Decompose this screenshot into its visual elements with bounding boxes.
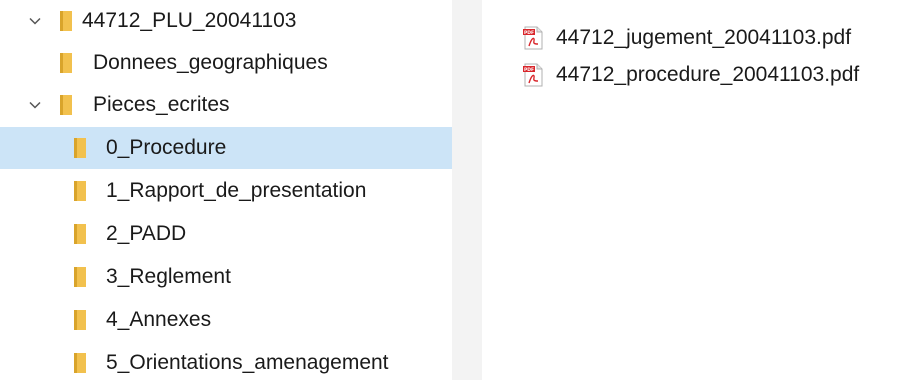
tree-item-5-orientations-amenagement[interactable]: 5_Orientations_amenagement xyxy=(0,342,452,380)
tree-item-3-reglement[interactable]: 3_Reglement xyxy=(0,256,452,298)
navigation-pane: 44712_PLU_20041103 Donnees_geographiques… xyxy=(0,0,452,380)
tree-item-label: Donnees_geographiques xyxy=(93,51,328,74)
folder-icon xyxy=(60,95,72,115)
tree-item-label: 44712_PLU_20041103 xyxy=(82,9,297,32)
tree-item-label: 4_Annexes xyxy=(106,308,212,331)
folder-icon xyxy=(74,138,86,158)
tree-item-label: 5_Orientations_amenagement xyxy=(106,351,389,374)
folder-icon xyxy=(60,53,72,73)
svg-text:PDF: PDF xyxy=(524,67,534,73)
folder-icon xyxy=(74,224,86,244)
folder-icon xyxy=(60,11,72,31)
chevron-down-icon[interactable] xyxy=(28,14,42,28)
tree-item-label: Pieces_ecrites xyxy=(93,93,230,116)
tree-item-label: 2_PADD xyxy=(106,222,187,245)
folder-icon xyxy=(74,267,86,287)
folder-icon xyxy=(74,353,86,373)
tree-item-2-padd[interactable]: 2_PADD xyxy=(0,213,452,255)
folder-icon xyxy=(74,310,86,330)
file-name: 44712_jugement_20041103.pdf xyxy=(556,26,852,49)
tree-item-44712-plu[interactable]: 44712_PLU_20041103 xyxy=(0,0,452,42)
file-name: 44712_procedure_20041103.pdf xyxy=(556,63,860,86)
tree-item-label: 0_Procedure xyxy=(106,136,227,159)
pdf-file-icon: PDF xyxy=(522,26,544,50)
svg-text:PDF: PDF xyxy=(524,30,534,36)
content-pane: PDF 44712_jugement_20041103.pdf PDF 4471… xyxy=(482,0,907,380)
folder-icon xyxy=(74,181,86,201)
chevron-down-icon[interactable] xyxy=(28,98,42,112)
tree-item-donnees-geographiques[interactable]: Donnees_geographiques xyxy=(0,42,452,84)
file-explorer-window: 44712_PLU_20041103 Donnees_geographiques… xyxy=(0,0,907,380)
tree-item-label: 1_Rapport_de_presentation xyxy=(106,179,367,202)
tree-item-label: 3_Reglement xyxy=(106,265,231,288)
tree-item-4-annexes[interactable]: 4_Annexes xyxy=(0,299,452,341)
tree-item-pieces-ecrites[interactable]: Pieces_ecrites xyxy=(0,84,452,126)
tree-item-0-procedure[interactable]: 0_Procedure xyxy=(0,127,452,169)
pdf-file-icon: PDF xyxy=(522,63,544,87)
pane-splitter[interactable] xyxy=(452,0,482,380)
tree-item-1-rapport-de-presentation[interactable]: 1_Rapport_de_presentation xyxy=(0,170,452,212)
